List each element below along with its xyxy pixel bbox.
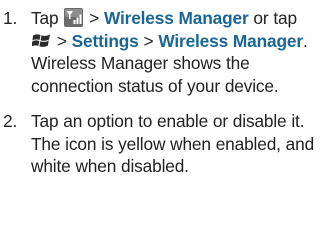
settings-term: Settings — [71, 30, 139, 51]
step-2: 2. Tap an option to enable or disable it… — [0, 110, 325, 178]
step-text: or tap — [253, 8, 297, 28]
separator: > — [89, 8, 100, 28]
separator: > — [56, 30, 67, 51]
windows-flag-icon — [32, 31, 51, 50]
step-text: Tap — [31, 8, 59, 28]
signal-bars-icon — [64, 8, 84, 27]
wireless-manager-term: Wireless Manager — [158, 30, 303, 51]
separator: > — [143, 30, 154, 51]
wireless-manager-term: Wireless Manager — [103, 8, 249, 28]
step-number: 1. — [3, 8, 18, 28]
step-number: 2. — [3, 111, 18, 131]
step-1: 1. Tap > Wireless Manager or tap > Setti… — [0, 0, 325, 97]
step-text: Tap an option to enable or disable it. T… — [31, 111, 315, 176]
instruction-steps: 1. Tap > Wireless Manager or tap > Setti… — [0, 0, 325, 178]
